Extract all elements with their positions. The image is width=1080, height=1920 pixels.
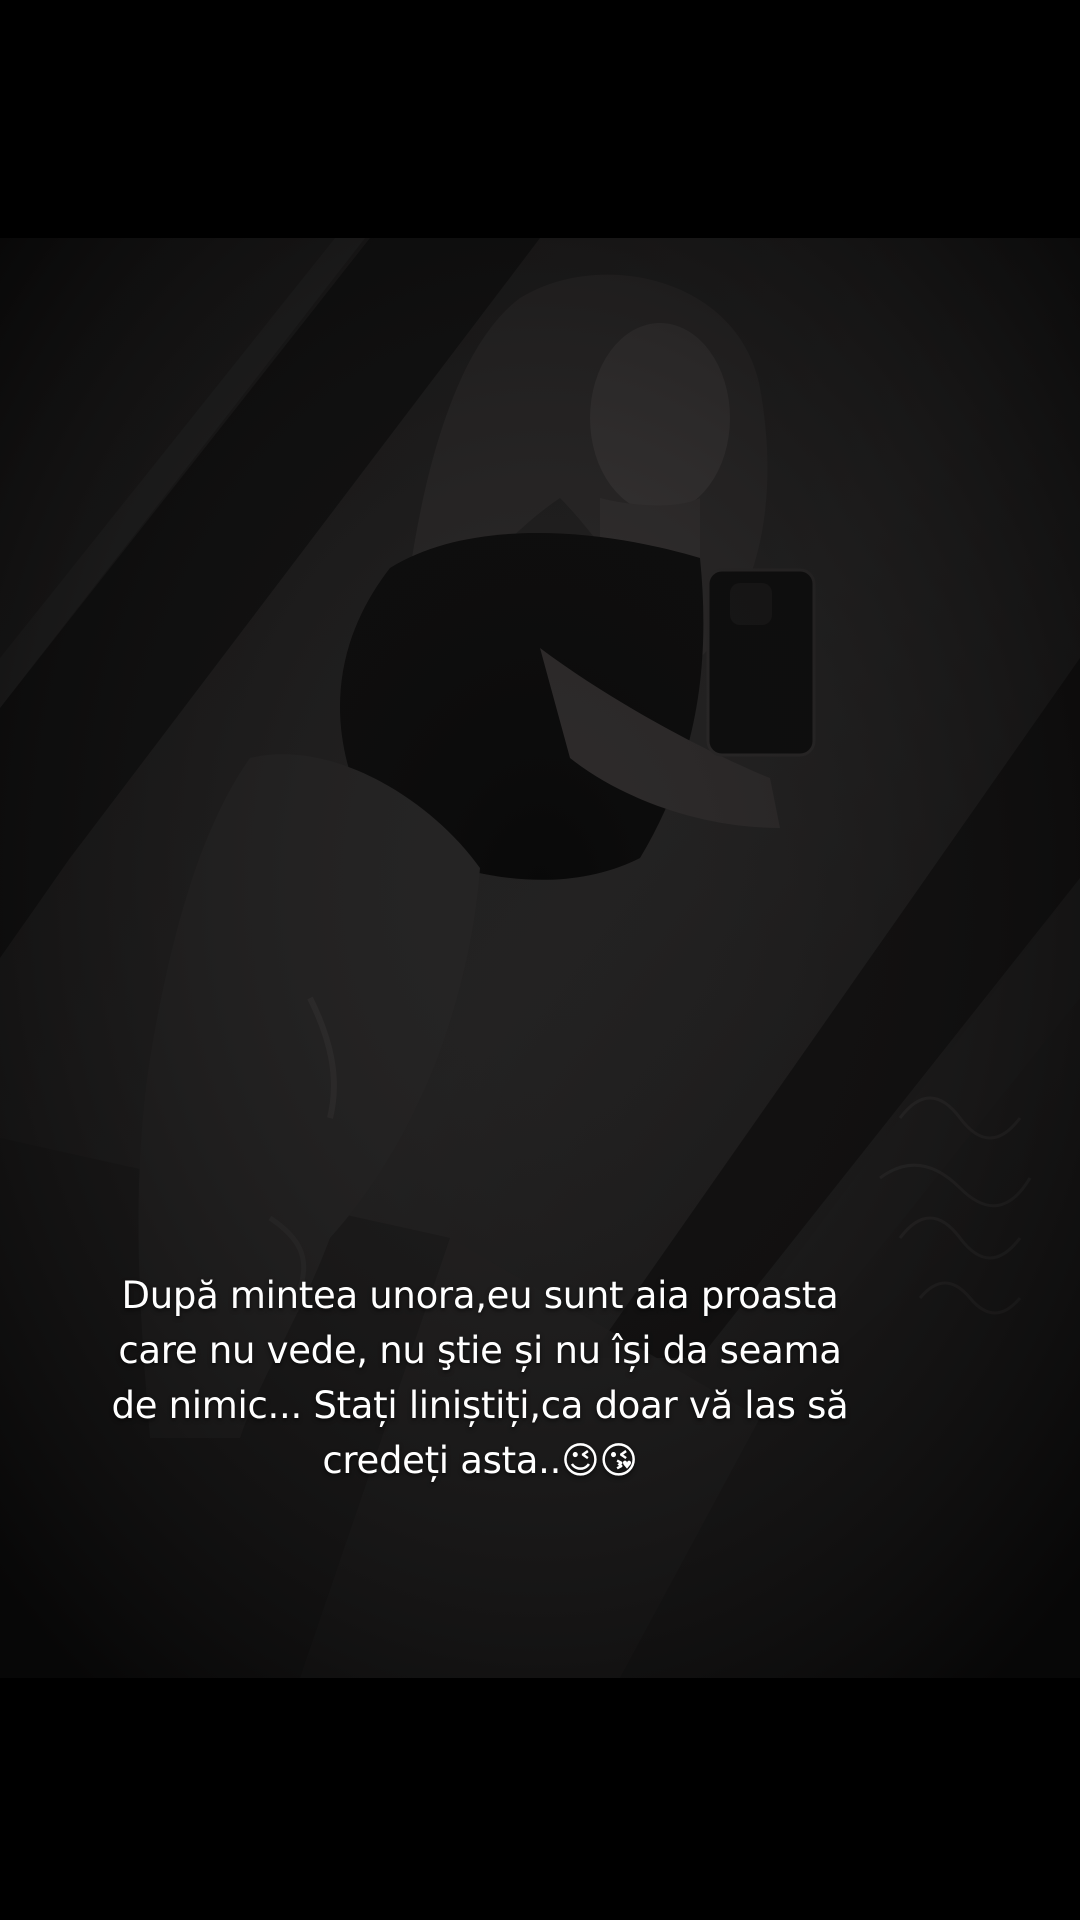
caption-line: care nu vede, nu ştie și nu își da seama bbox=[118, 1329, 842, 1372]
caption-text: După mintea unora,eu sunt aia proasta ca… bbox=[60, 1268, 900, 1488]
letterbox-top bbox=[0, 0, 1080, 238]
caption-line: de nimic... Stați liniștiți,ca doar vă l… bbox=[111, 1384, 849, 1427]
caption-line: credeți asta..😉😘 bbox=[322, 1439, 638, 1482]
letterbox-bottom bbox=[0, 1678, 1080, 1920]
caption-line: După mintea unora,eu sunt aia proasta bbox=[121, 1274, 839, 1317]
